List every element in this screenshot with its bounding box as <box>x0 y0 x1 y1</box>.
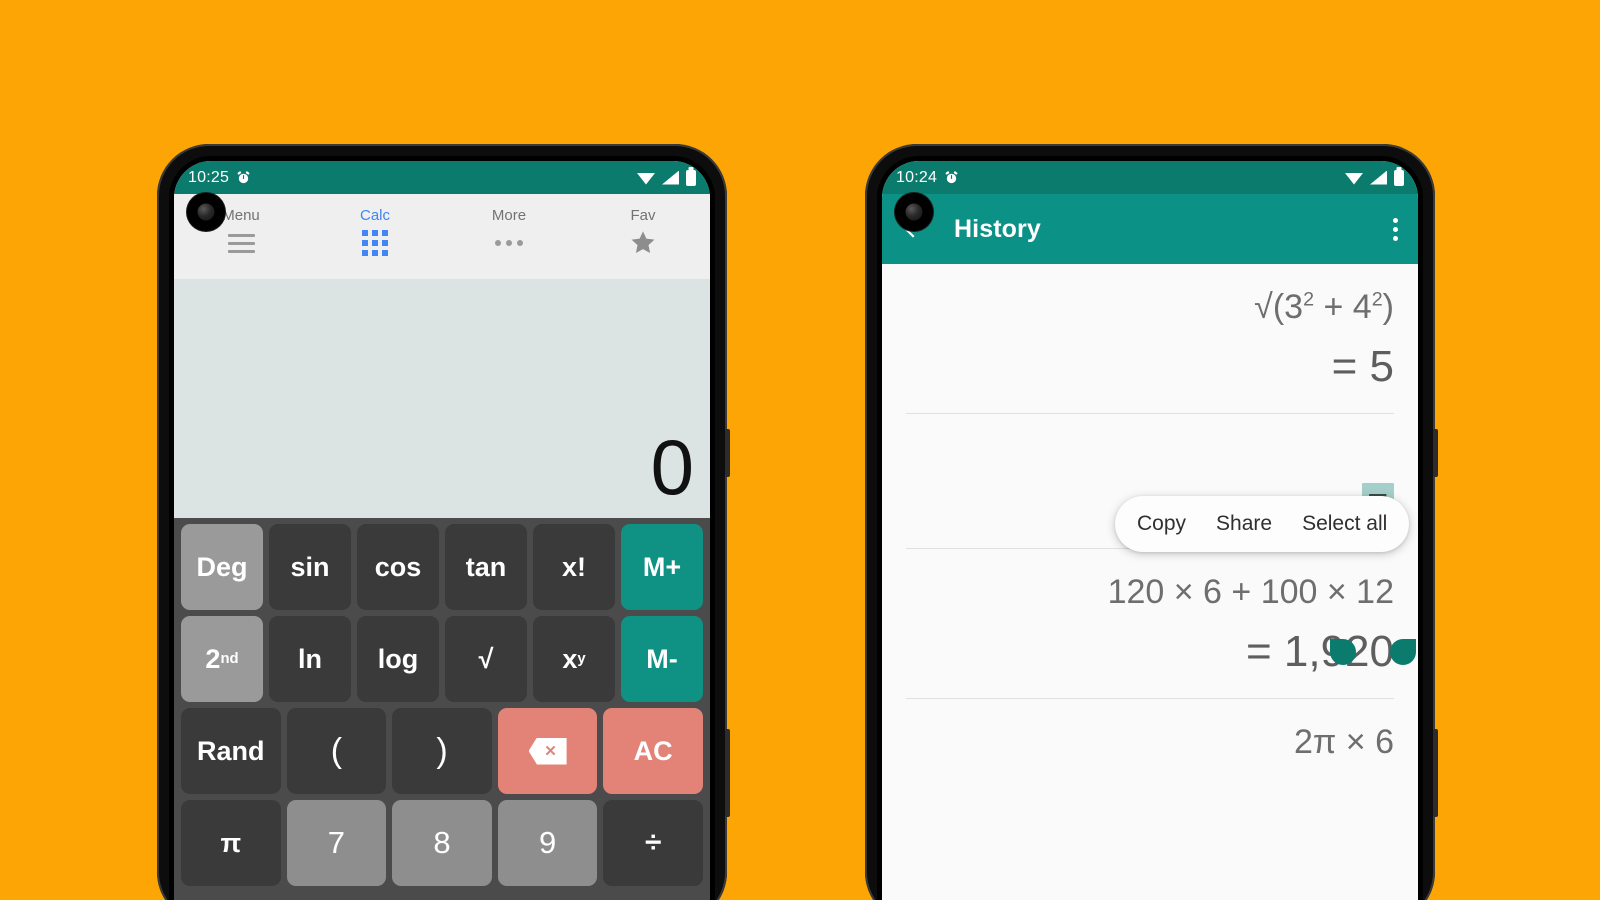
left-phone-side-button-power[interactable] <box>725 729 730 817</box>
right-phone-device: 10:24 History √(32 + 42) = 5 120 × 6 + 1… <box>865 144 1438 900</box>
key-power-base: x <box>562 643 578 674</box>
key-all-clear[interactable]: AC <box>603 708 703 794</box>
text-selection-context-menu: Copy Share Select all <box>1115 496 1410 552</box>
history-item[interactable]: 2π × 6 <box>882 699 1418 768</box>
history-expression-suffix: ) <box>1382 288 1394 326</box>
selection-handle-left[interactable] <box>1330 639 1356 665</box>
signal-icon <box>662 170 679 185</box>
key-power-sup: y <box>577 651 586 667</box>
status-time: 10:24 <box>896 168 938 186</box>
key-divide[interactable]: ÷ <box>603 800 703 886</box>
hamburger-icon <box>227 231 255 255</box>
key-sin[interactable]: sin <box>269 524 351 610</box>
tab-more[interactable]: More <box>442 208 576 269</box>
key-second[interactable]: 2nd <box>181 616 263 702</box>
left-phone-side-button-volume[interactable] <box>725 429 730 477</box>
right-phone-front-camera-icon <box>895 193 933 231</box>
left-status-bar-right <box>637 169 696 186</box>
history-result: = 5 <box>1331 341 1394 391</box>
history-list[interactable]: √(32 + 42) = 5 = 5 120 × 6 + 100 × 12 = … <box>882 264 1418 900</box>
key-pi[interactable]: π <box>181 800 281 886</box>
calculator-display[interactable]: 0 <box>174 279 710 518</box>
key-cos[interactable]: cos <box>357 524 439 610</box>
left-status-bar-left: 10:25 <box>188 169 251 187</box>
selection-handle-right[interactable] <box>1390 639 1416 665</box>
left-phone-device: 10:25 Menu Calc More Fav 0 Deg sin cos t… <box>157 144 730 900</box>
key-paren-open[interactable]: ( <box>286 708 387 794</box>
tab-more-label: More <box>491 207 527 224</box>
key-power[interactable]: xy <box>533 616 615 702</box>
keypad-row-3: Rand ( ) ✕ AC <box>181 708 703 794</box>
key-second-sup: nd <box>220 651 239 667</box>
context-menu-item-share[interactable]: Share <box>1216 512 1272 536</box>
history-expression-sup2: 2 <box>1371 288 1383 311</box>
key-memory-plus[interactable]: M+ <box>621 524 703 610</box>
left-phone-front-camera-icon <box>187 193 225 231</box>
history-expression-sup1: 2 <box>1303 288 1315 311</box>
key-backspace[interactable]: ✕ <box>497 708 598 794</box>
status-time: 10:25 <box>188 168 230 186</box>
key-ln[interactable]: ln <box>269 616 351 702</box>
grid-icon <box>362 230 388 256</box>
history-item[interactable]: √(32 + 42) = 5 <box>882 264 1418 413</box>
tab-fav-label: Fav <box>630 207 656 224</box>
key-second-base: 2 <box>205 643 221 674</box>
key-paren-close-label: ) <box>436 731 448 770</box>
key-rand[interactable]: Rand <box>181 708 281 794</box>
keypad-row-1: Deg sin cos tan x! M+ <box>181 524 703 610</box>
tab-fav[interactable]: Fav <box>576 208 710 269</box>
wifi-icon <box>1345 173 1363 185</box>
left-status-bar: 10:25 <box>174 161 710 194</box>
signal-icon <box>1370 170 1387 185</box>
key-paren-open-label: ( <box>330 731 343 770</box>
wifi-icon <box>637 173 655 185</box>
context-menu-item-select-all[interactable]: Select all <box>1302 512 1387 536</box>
page-title: History <box>954 214 1041 243</box>
right-status-bar: 10:24 <box>882 161 1418 194</box>
calculator-keypad: Deg sin cos tan x! M+ 2nd ln log √ xy M-… <box>174 518 710 900</box>
left-phone-bezel: 10:25 Menu Calc More Fav 0 Deg sin cos t… <box>169 156 715 900</box>
history-expression: 2π × 6 <box>1293 723 1394 762</box>
right-phone-screen: 10:24 History √(32 + 42) = 5 120 × 6 + 1… <box>882 161 1418 900</box>
right-status-bar-right <box>1345 169 1404 186</box>
right-phone-bezel: 10:24 History √(32 + 42) = 5 120 × 6 + 1… <box>877 156 1423 900</box>
star-icon <box>628 231 658 255</box>
history-expression: √(32 + 42) <box>906 264 1394 333</box>
tab-menu-label: Menu <box>222 207 260 224</box>
overflow-menu-icon[interactable] <box>1389 214 1402 245</box>
right-phone-side-button-power[interactable] <box>1433 729 1438 817</box>
battery-icon <box>686 169 696 186</box>
right-phone-side-button-volume[interactable] <box>1433 429 1438 477</box>
alarm-icon <box>236 170 251 185</box>
key-factorial[interactable]: x! <box>533 524 615 610</box>
tab-calc-label: Calc <box>359 207 390 224</box>
right-status-bar-left: 10:24 <box>896 169 959 187</box>
backspace-icon: ✕ <box>528 737 567 765</box>
battery-icon <box>1394 169 1404 186</box>
key-sqrt[interactable]: √ <box>445 616 527 702</box>
key-8[interactable]: 8 <box>392 800 492 886</box>
key-paren-close[interactable]: ) <box>392 708 492 794</box>
history-app-bar: History <box>882 194 1418 264</box>
key-memory-minus[interactable]: M- <box>621 616 703 702</box>
overflow-dots-icon <box>495 231 523 255</box>
keypad-row-4: π 7 8 9 ÷ <box>181 800 703 886</box>
history-expression-mid: + 4 <box>1314 288 1372 326</box>
keypad-row-2: 2nd ln log √ xy M- <box>181 616 703 702</box>
key-tan[interactable]: tan <box>445 524 527 610</box>
context-menu-item-copy[interactable]: Copy <box>1137 512 1186 536</box>
tab-calc[interactable]: Calc <box>308 208 442 269</box>
history-result: = 1,920 <box>1245 626 1394 676</box>
history-expression: 120 × 6 + 100 × 12 <box>1107 573 1394 612</box>
history-expression-prefix: √(3 <box>1254 288 1304 326</box>
key-log[interactable]: log <box>357 616 439 702</box>
history-item[interactable]: 120 × 6 + 100 × 12 = 1,920 <box>882 549 1418 698</box>
key-deg[interactable]: Deg <box>181 524 263 610</box>
left-phone-screen: 10:25 Menu Calc More Fav 0 Deg sin cos t… <box>174 161 710 900</box>
key-7[interactable]: 7 <box>286 800 387 886</box>
key-9[interactable]: 9 <box>497 800 598 886</box>
display-value: 0 <box>650 422 694 511</box>
left-tab-bar: Menu Calc More Fav <box>174 194 710 279</box>
alarm-icon <box>944 170 959 185</box>
